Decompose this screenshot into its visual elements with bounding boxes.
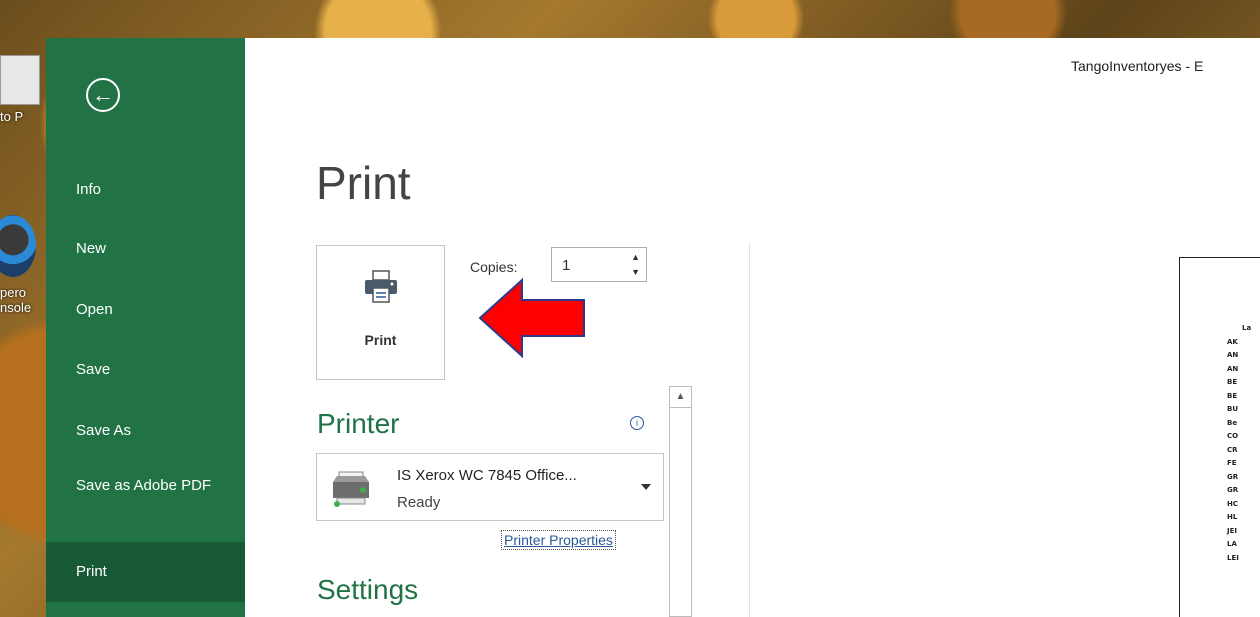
spin-up-icon[interactable]: ▲ <box>631 252 640 262</box>
copies-label: Copies: <box>470 259 518 275</box>
panel-divider <box>749 243 750 617</box>
preview-text-line: AK <box>1227 337 1238 346</box>
desktop-shortcut-console[interactable]: pero nsole <box>0 215 48 315</box>
preview-text-line: FE <box>1227 459 1237 467</box>
window-title: TangoInventoryes - E <box>1071 58 1204 74</box>
preview-text-line: La <box>1242 324 1252 332</box>
print-button[interactable]: Print <box>316 245 445 380</box>
printer-name: IS Xerox WC 7845 Office... <box>397 467 577 484</box>
preview-text-line: Be <box>1227 418 1238 427</box>
preview-text-line: HC <box>1227 499 1238 508</box>
preview-text-line: BE <box>1227 378 1238 386</box>
excel-window: ← Info New Open Save Save As Save as Ado… <box>46 38 1260 617</box>
preview-text-line: JEI <box>1227 526 1237 535</box>
printer-properties-link[interactable]: Printer Properties <box>501 530 616 550</box>
printer-device-icon <box>333 471 369 507</box>
page-title: Print <box>316 157 411 209</box>
chevron-down-icon <box>641 484 651 490</box>
info-icon[interactable]: i <box>630 416 644 430</box>
nav-item-save-as-adobe-pdf[interactable]: Save as Adobe PDF <box>46 476 245 495</box>
print-button-label: Print <box>364 332 397 348</box>
preview-text-line: LA <box>1227 540 1237 548</box>
preview-text-line: AN <box>1227 364 1239 373</box>
spin-down-icon[interactable]: ▼ <box>631 267 640 277</box>
nav-item-save-as[interactable]: Save As <box>46 421 245 440</box>
preview-text-line: HL <box>1227 513 1238 521</box>
nav-item-open[interactable]: Open <box>46 300 245 319</box>
preview-text-line: BE <box>1227 391 1238 400</box>
settings-scrollbar[interactable]: ▲ <box>669 386 692 617</box>
copies-input[interactable]: 1 ▲ ▼ <box>551 247 647 282</box>
preview-text-line: AN <box>1227 351 1239 359</box>
desktop-shortcut-file[interactable]: to P <box>0 55 48 124</box>
nav-item-print[interactable]: Print <box>46 542 245 602</box>
back-arrow-icon[interactable]: ← <box>86 78 120 112</box>
preview-text-line: BU <box>1227 405 1239 413</box>
printer-icon <box>365 270 397 303</box>
copies-value: 1 <box>562 257 571 274</box>
backstage-nav: ← Info New Open Save Save As Save as Ado… <box>46 38 245 617</box>
preview-text-line: CO <box>1227 432 1239 440</box>
settings-section-title: Settings <box>317 574 419 605</box>
desktop-shortcut-sublabel: nsole <box>0 300 32 315</box>
nav-item-info[interactable]: Info <box>46 180 245 199</box>
red-arrow-annotation <box>478 278 585 358</box>
desktop-shortcut-label: pero <box>0 285 27 300</box>
printer-status: Ready <box>397 494 441 511</box>
printer-select[interactable]: IS Xerox WC 7845 Office... Ready <box>316 453 664 521</box>
preview-text-line: CR <box>1227 445 1238 454</box>
preview-text-line: GR <box>1227 486 1239 494</box>
scroll-up-icon[interactable]: ▲ <box>670 387 691 408</box>
print-preview-page: La AK AN AN BE BE BU Be CO CR FE GR GR HC HL JEI LA LEI <box>1179 257 1260 617</box>
nav-item-new[interactable]: New <box>46 239 245 258</box>
nav-item-save[interactable]: Save <box>46 360 245 379</box>
preview-text-line: GR <box>1227 472 1239 481</box>
desktop-shortcut-label: to P <box>0 109 24 124</box>
file-icon <box>0 55 40 105</box>
orb-icon <box>0 215 36 277</box>
preview-text-line: LEI <box>1227 553 1239 562</box>
printer-section-title: Printer <box>317 408 400 439</box>
